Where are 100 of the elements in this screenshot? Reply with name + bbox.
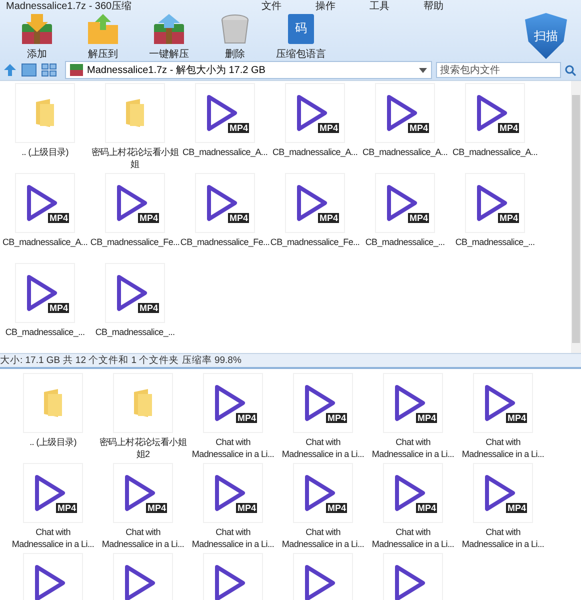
file-type-label: MP4 xyxy=(48,303,69,313)
file-thumbnail[interactable]: MP4 xyxy=(293,373,353,433)
toolbar-button[interactable]: 码 压缩包语言 xyxy=(268,12,334,60)
toolbar-button[interactable]: 一键解压 xyxy=(136,12,202,60)
file-type-label: MP4 xyxy=(408,213,429,223)
file-type-label: MP4 xyxy=(408,123,429,133)
file-type-label: MP4 xyxy=(56,503,77,513)
file-thumbnail[interactable] xyxy=(113,373,173,433)
file-thumbnail[interactable]: MP4 xyxy=(473,373,533,433)
file-name: .. (上级目录) xyxy=(20,146,70,158)
file-thumbnail[interactable]: MP4 xyxy=(15,173,75,233)
file-thumbnail[interactable]: MP4 xyxy=(383,373,443,433)
file-type-label: MP4 xyxy=(228,123,249,133)
status-text: 大小: 17.1 GB 共 12 个文件和 1 个文件夹 压缩率 99.8% xyxy=(0,354,242,367)
file-type-label: MP4 xyxy=(506,413,527,423)
file-thumbnail[interactable]: MP4 xyxy=(203,373,263,433)
file-thumbnail[interactable] xyxy=(15,83,75,143)
file-thumbnail[interactable]: MP4 xyxy=(113,463,173,523)
file-type-label: MP4 xyxy=(228,213,249,223)
file-name: CB_madnessalice_A... xyxy=(451,146,539,158)
file-thumbnail[interactable] xyxy=(293,553,353,600)
file-thumbnail[interactable] xyxy=(203,553,263,600)
folder-icon xyxy=(85,12,121,46)
file-thumbnail[interactable]: MP4 xyxy=(15,263,75,323)
file-type-label: MP4 xyxy=(506,503,527,513)
search-icon[interactable] xyxy=(565,64,576,76)
file-thumbnail[interactable]: MP4 xyxy=(195,173,255,233)
menu-item[interactable]: 工具 xyxy=(370,0,390,13)
path-dropdown[interactable]: Madnessalice1.7z - 解包大小为 17.2 GB xyxy=(65,61,432,79)
file-thumbnail[interactable]: MP4 xyxy=(195,83,255,143)
menu-item[interactable]: 帮助 xyxy=(424,0,444,13)
file-name: Chat with Madnessalice in a Li... xyxy=(280,526,366,550)
scan-shield-button[interactable]: 扫描 xyxy=(525,13,567,59)
folder-icon xyxy=(42,388,64,418)
file-name: .. (上级目录) xyxy=(28,436,78,448)
menu-item[interactable]: 操作 xyxy=(316,0,336,13)
file-name: Chat with Madnessalice in a Li... xyxy=(460,526,546,550)
file-thumbnail[interactable] xyxy=(105,83,165,143)
file-name: Chat with Madnessalice in a Li... xyxy=(460,436,546,460)
file-type-label: MP4 xyxy=(138,213,159,223)
file-name: Chat with Madnessalice in a Li... xyxy=(280,436,366,460)
file-type-label: MP4 xyxy=(416,503,437,513)
language-icon: 码 xyxy=(288,14,314,44)
file-type-label: MP4 xyxy=(498,213,519,223)
file-type-label: MP4 xyxy=(236,413,257,423)
folder-icon xyxy=(34,98,56,128)
file-thumbnail[interactable]: MP4 xyxy=(473,463,533,523)
file-type-label: MP4 xyxy=(48,213,69,223)
file-type-label: MP4 xyxy=(326,503,347,513)
menu-item[interactable]: 文件 xyxy=(262,0,282,13)
file-thumbnail[interactable] xyxy=(23,553,83,600)
file-name: CB_madnessalice_A... xyxy=(271,146,359,158)
file-name: 密码上村花论坛看小姐姐 xyxy=(90,146,180,170)
file-thumbnail[interactable] xyxy=(23,373,83,433)
file-type-label: MP4 xyxy=(318,123,339,133)
file-thumbnail[interactable]: MP4 xyxy=(375,83,435,143)
file-name: Chat with Madnessalice in a Li... xyxy=(190,526,276,550)
file-thumbnail[interactable]: MP4 xyxy=(285,173,345,233)
file-name: Chat with Madnessalice in a Li... xyxy=(10,526,96,550)
file-thumbnail[interactable]: MP4 xyxy=(203,463,263,523)
file-name: CB_madnessalice_... xyxy=(4,326,86,338)
file-thumbnail[interactable]: MP4 xyxy=(285,83,345,143)
file-type-label: MP4 xyxy=(146,503,167,513)
file-thumbnail[interactable] xyxy=(383,553,443,600)
file-name: Chat with Madnessalice in a Li... xyxy=(100,526,186,550)
file-thumbnail[interactable]: MP4 xyxy=(383,463,443,523)
file-thumbnail[interactable] xyxy=(113,553,173,600)
file-thumbnail[interactable]: MP4 xyxy=(23,463,83,523)
file-thumbnail[interactable]: MP4 xyxy=(293,463,353,523)
file-name: CB_madnessalice_A... xyxy=(181,146,269,158)
up-arrow-icon[interactable] xyxy=(3,63,17,77)
toolbar-button[interactable]: 删除 xyxy=(202,12,268,60)
play-icon xyxy=(303,563,337,600)
file-name: CB_madnessalice_Fe... xyxy=(179,236,270,248)
file-thumbnail[interactable]: MP4 xyxy=(465,173,525,233)
file-name: Chat with Madnessalice in a Li... xyxy=(370,526,456,550)
play-icon xyxy=(213,563,247,600)
file-name: Chat with Madnessalice in a Li... xyxy=(190,436,276,460)
file-type-label: MP4 xyxy=(498,123,519,133)
toolbar-button[interactable]: 解压到 xyxy=(70,12,136,60)
caret-icon xyxy=(419,68,427,72)
file-name: CB_madnessalice_... xyxy=(94,326,176,338)
file-type-label: MP4 xyxy=(138,303,159,313)
list-view-icon[interactable] xyxy=(21,63,37,77)
file-thumbnail[interactable]: MP4 xyxy=(105,173,165,233)
window-title: Madnessalice1.7z - 360压缩 xyxy=(6,0,132,13)
play-icon xyxy=(123,563,157,600)
search-field[interactable]: 搜索包内文件 xyxy=(436,62,561,78)
toolbar-button[interactable]: 添加 xyxy=(4,12,70,60)
grid-view-icon[interactable] xyxy=(41,63,57,77)
file-name: CB_madnessalice_A... xyxy=(1,236,89,248)
file-thumbnail[interactable]: MP4 xyxy=(105,263,165,323)
file-type-label: MP4 xyxy=(416,413,437,423)
folder-icon xyxy=(132,388,154,418)
file-name: 密码上村花论坛看小姐姐2 xyxy=(98,436,188,460)
file-type-label: MP4 xyxy=(318,213,339,223)
file-thumbnail[interactable]: MP4 xyxy=(375,173,435,233)
file-name: CB_madnessalice_... xyxy=(454,236,536,248)
scrollbar[interactable] xyxy=(571,81,581,353)
file-thumbnail[interactable]: MP4 xyxy=(465,83,525,143)
